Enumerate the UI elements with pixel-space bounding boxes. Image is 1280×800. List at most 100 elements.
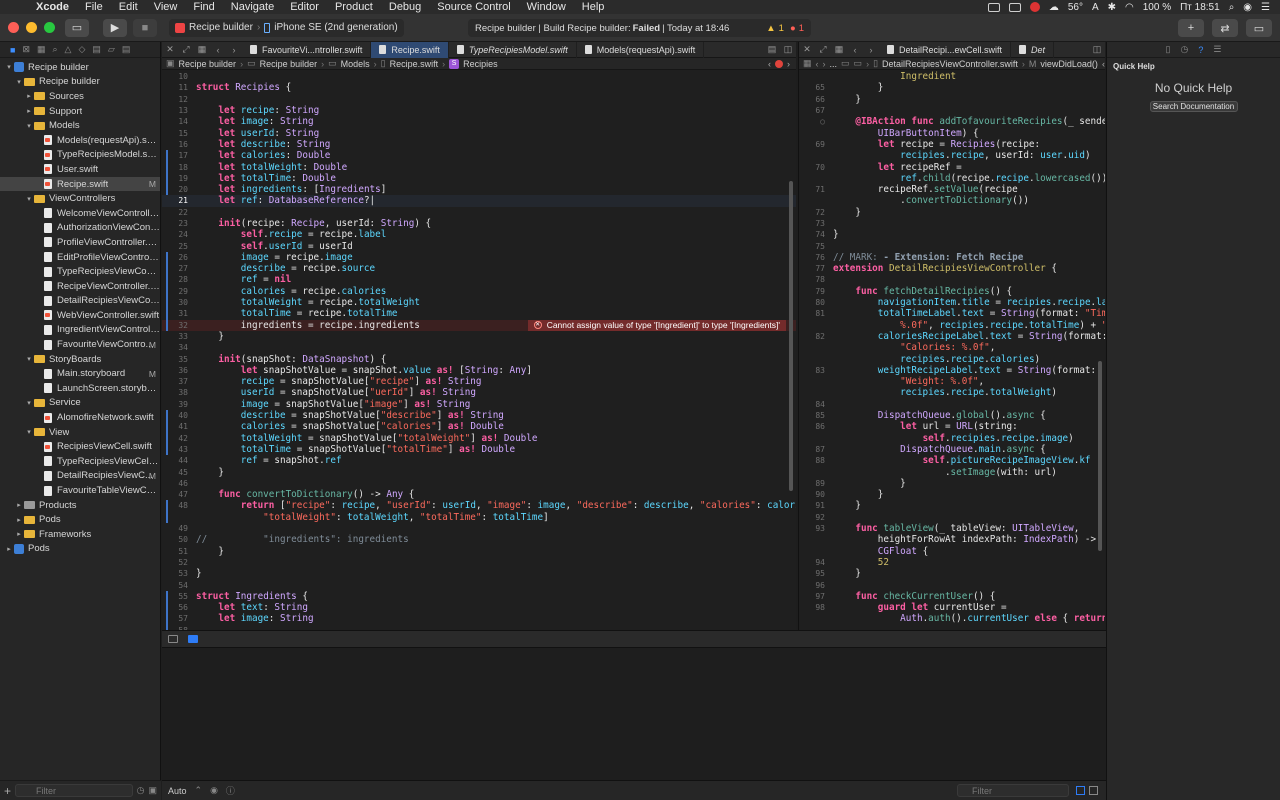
recent-files-icon[interactable]: ◷ <box>137 785 145 796</box>
code-text[interactable]: weightRecipeLabel.text = String(format: <box>829 365 1096 376</box>
line-number[interactable]: 65 <box>799 83 829 92</box>
code-text[interactable]: func tableView(_ tableView: UITableView, <box>829 523 1079 534</box>
code-text[interactable]: } <box>829 568 861 579</box>
code-text[interactable]: %.0f", recipies.recipe.totalTime) + "min… <box>829 320 1105 331</box>
code-text[interactable]: Auth.auth().currentUser else { return } <box>829 613 1105 624</box>
code-text[interactable]: struct Ingredients { <box>192 591 308 602</box>
line-number[interactable]: 74 <box>799 230 829 239</box>
code-text[interactable]: let calories: Double <box>192 150 330 161</box>
code-line[interactable]: .convertToDictionary()) <box>799 195 1105 206</box>
back-icon[interactable]: ‹ <box>847 45 863 55</box>
code-text[interactable]: self.pictureRecipeImageView.kf <box>829 455 1091 466</box>
code-text[interactable]: CGFloat { <box>829 546 928 557</box>
code-text[interactable]: recipe = snapShotValue["recipe"] as! Str… <box>192 376 482 387</box>
line-number[interactable]: 86 <box>799 422 829 431</box>
tree-item[interactable]: ▾ View <box>0 425 160 440</box>
line-number[interactable]: 80 <box>799 298 829 307</box>
line-number[interactable]: 72 <box>799 208 829 217</box>
code-line[interactable]: 41 calories = snapShotValue["calories"] … <box>162 421 796 433</box>
breadcrumb-file[interactable]: DetailRecipiesViewController.swift <box>882 59 1018 69</box>
line-number[interactable]: 82 <box>799 332 829 341</box>
code-text[interactable]: userId = snapShotValue["uerId"] as! Stri… <box>192 387 476 398</box>
menu-window[interactable]: Window <box>519 1 574 13</box>
line-number[interactable]: 91 <box>799 501 829 510</box>
disclosure-open-icon[interactable]: ▾ <box>24 399 34 407</box>
code-text[interactable]: self.recipe = recipe.label <box>192 229 387 240</box>
tree-item[interactable]: ▾ Recipe builder <box>0 60 160 75</box>
code-line[interactable]: 22 <box>162 207 796 218</box>
code-text[interactable]: ingredients = recipe.ingredients <box>192 320 420 331</box>
code-text[interactable]: let recipe: String <box>192 105 319 116</box>
code-text[interactable]: self.userId = userId <box>192 241 353 252</box>
line-number[interactable]: 38 <box>162 388 192 397</box>
code-line[interactable]: 15 let userId: String <box>162 127 796 139</box>
line-number[interactable]: 53 <box>162 569 192 578</box>
code-line[interactable]: 29 calories = recipe.calories <box>162 285 796 297</box>
back-icon[interactable]: ‹ <box>210 45 226 55</box>
line-number[interactable]: 85 <box>799 411 829 420</box>
run-button[interactable]: ▶ <box>103 18 127 37</box>
line-number[interactable]: 52 <box>162 558 192 567</box>
code-line[interactable]: 93 func tableView(_ tableView: UITableVi… <box>799 523 1105 534</box>
line-number[interactable]: 24 <box>162 230 192 239</box>
code-line[interactable]: 50// "ingredients": ingredients <box>162 534 796 545</box>
code-line[interactable]: 51 } <box>162 545 796 557</box>
related-items-icon[interactable]: ▦ <box>194 44 210 55</box>
code-line[interactable]: 57 let image: String <box>162 613 796 625</box>
tree-item[interactable]: ▾ StoryBoards <box>0 352 160 367</box>
code-text[interactable]: // "ingredients": ingredients <box>192 534 409 545</box>
code-text[interactable]: } <box>829 94 861 105</box>
breadcrumb-ellipsis[interactable]: ... <box>830 59 838 69</box>
code-line[interactable]: "totalWeight": totalWeight, "totalTime":… <box>162 511 796 523</box>
code-text[interactable]: DispatchQueue.main.async { <box>829 444 1046 455</box>
tree-item[interactable]: Models(requestApi).swift <box>0 133 160 148</box>
line-number[interactable]: 94 <box>799 558 829 567</box>
code-text[interactable]: let snapShotValue = snapShot.value as! [… <box>192 365 532 376</box>
code-line[interactable]: 78 <box>799 274 1105 285</box>
quicklook-icon[interactable]: ◉ <box>210 785 218 796</box>
tree-item[interactable]: ▸ Support <box>0 104 160 119</box>
editor-tab[interactable]: FavouriteVi...ntroller.swift <box>242 42 372 58</box>
menu-list-icon[interactable]: ☰ <box>1261 2 1270 13</box>
line-number[interactable]: 98 <box>799 603 829 612</box>
line-number[interactable]: 90 <box>799 490 829 499</box>
line-number[interactable]: 76 <box>799 253 829 262</box>
line-number[interactable]: 21 <box>162 196 192 205</box>
line-number[interactable]: 15 <box>162 129 192 138</box>
code-text[interactable]: calories = recipe.calories <box>192 286 387 297</box>
code-line[interactable]: CGFloat { <box>799 545 1105 557</box>
line-number[interactable]: 46 <box>162 479 192 488</box>
source-control-icon[interactable]: ⊠ <box>22 44 30 55</box>
tree-item[interactable]: DetailRecipiesViewC... M <box>0 469 160 484</box>
editor-tab[interactable]: DetailRecipi...ewCell.swift <box>879 42 1012 58</box>
line-number[interactable]: 89 <box>799 479 829 488</box>
code-text[interactable]: ref = nil <box>192 274 291 285</box>
breadcrumb-project[interactable]: Recipe builder <box>179 59 237 69</box>
tree-item[interactable]: WelcomeViewController... <box>0 206 160 221</box>
code-line[interactable]: 84 <box>799 399 1105 410</box>
menu-source-control[interactable]: Source Control <box>429 1 518 13</box>
code-line[interactable]: 47 func convertToDictionary() -> Any { <box>162 489 796 500</box>
disclosure-open-icon[interactable]: ▾ <box>24 195 34 203</box>
split-editor-icon[interactable]: ◫ <box>780 44 796 55</box>
code-text[interactable]: } <box>192 546 224 557</box>
breakpoint-icon[interactable]: ▱ <box>108 44 115 55</box>
expand-editor-icon[interactable]: ⤢ <box>815 44 831 55</box>
notification-badge-icon[interactable] <box>1029 2 1040 12</box>
line-number[interactable]: 44 <box>162 456 192 465</box>
close-window-button[interactable] <box>8 22 19 33</box>
code-line[interactable]: 40 describe = snapShotValue["describe"] … <box>162 409 796 422</box>
code-line[interactable]: ○ @IBAction func addTofavouriteRecipies(… <box>799 116 1105 127</box>
zoom-window-button[interactable] <box>44 22 55 33</box>
code-line[interactable]: 76// MARK: - Extension: Fetch Recipe <box>799 252 1105 263</box>
scheme-selector[interactable]: Recipe builder › iPhone SE (2nd generati… <box>169 18 404 37</box>
tree-item[interactable]: FavouriteTableViewCell.... <box>0 483 160 498</box>
code-line[interactable]: 32 ingredients = recipe.ingredients ✕ Cann… <box>162 319 796 331</box>
code-line[interactable]: 94 52 <box>799 557 1105 568</box>
code-line[interactable]: 54 <box>162 579 796 590</box>
device-name[interactable]: iPhone SE (2nd generation) <box>274 22 397 33</box>
code-line[interactable]: recipies.recipe.calories) <box>799 353 1105 365</box>
line-number[interactable]: 70 <box>799 163 829 172</box>
code-text[interactable]: "Weight: %.0f", <box>829 376 984 387</box>
menu-help[interactable]: Help <box>574 1 613 13</box>
